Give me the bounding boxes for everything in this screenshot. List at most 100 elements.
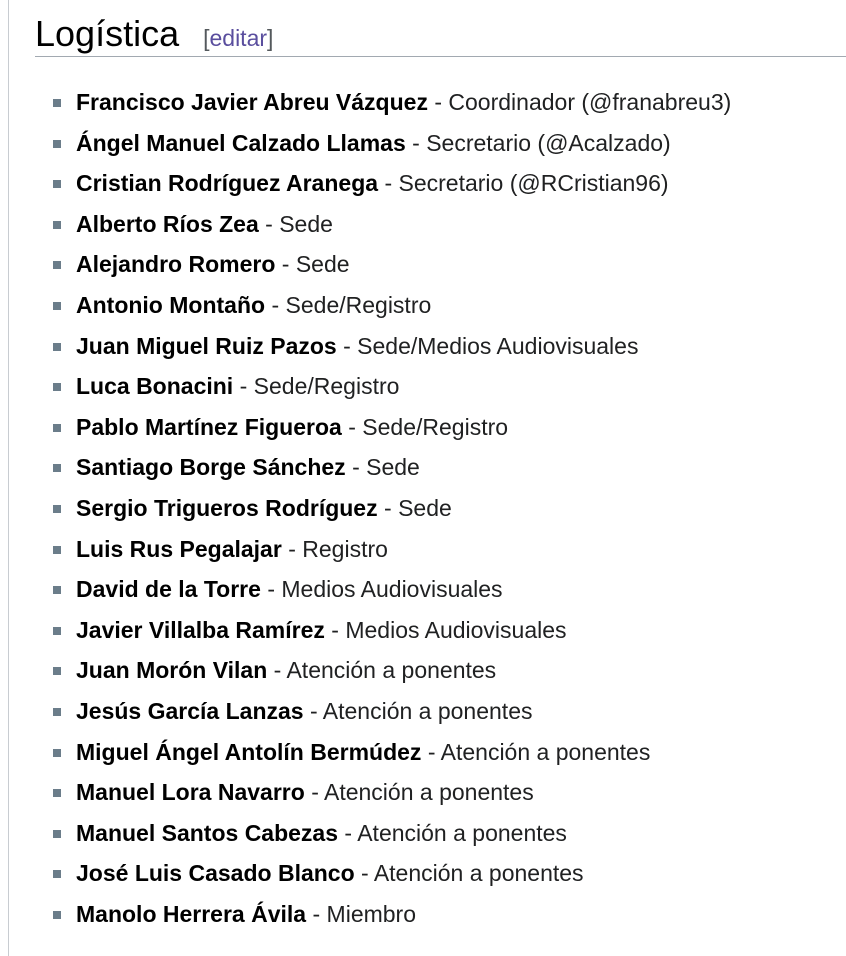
member-name: José Luis Casado Blanco bbox=[76, 860, 355, 887]
bullet-icon bbox=[53, 301, 61, 310]
separator-dash: - bbox=[281, 251, 290, 278]
bullet-icon bbox=[53, 707, 61, 716]
edit-section: [editar] bbox=[203, 25, 273, 51]
list-item: José Luis Casado Blanco - Atención a pon… bbox=[35, 853, 731, 894]
member-name: Javier Villalba Ramírez bbox=[76, 616, 325, 643]
bullet-icon bbox=[53, 180, 61, 189]
member-name: Juan Miguel Ruiz Pazos bbox=[76, 332, 337, 359]
member-role: Atención a ponentes bbox=[357, 819, 567, 846]
bullet-icon bbox=[53, 586, 61, 595]
separator-dash: - bbox=[265, 210, 273, 237]
content-left-border bbox=[8, 0, 9, 956]
list-item: Pablo Martínez Figueroa - Sede/Registro bbox=[35, 407, 731, 448]
bullet-icon bbox=[53, 261, 61, 270]
member-name: Pablo Martínez Figueroa bbox=[76, 413, 342, 440]
bullet-icon bbox=[53, 220, 61, 229]
member-name: Santiago Borge Sánchez bbox=[76, 454, 346, 481]
content-area: Logística [editar] Francisco Javier Abreu… bbox=[35, 0, 846, 927]
member-name: Antonio Montaño bbox=[76, 291, 266, 318]
separator-dash: - bbox=[348, 413, 356, 440]
separator-dash: - bbox=[267, 576, 275, 603]
list-item: Javier Villalba Ramírez - Medios Audiovi… bbox=[35, 610, 731, 651]
member-name: Francisco Javier Abreu Vázquez bbox=[76, 89, 428, 115]
separator-dash: - bbox=[309, 697, 318, 724]
bullet-icon bbox=[53, 464, 61, 473]
separator-dash: - bbox=[288, 535, 296, 562]
list-item: Santiago Borge Sánchez - Sede bbox=[35, 447, 731, 488]
list-item: Manolo Herrera Ávila - Miembro bbox=[35, 894, 731, 935]
separator-dash: - bbox=[361, 860, 369, 887]
member-name: Manolo Herrera Ávila bbox=[76, 900, 307, 927]
member-role: Sede bbox=[295, 251, 350, 278]
edit-bracket-close: ] bbox=[267, 25, 274, 51]
member-role: Sede/Medios Audiovisuales bbox=[357, 332, 639, 359]
member-role: Miembro bbox=[326, 900, 417, 927]
separator-dash: - bbox=[434, 89, 443, 115]
member-role: Atención a ponentes bbox=[323, 779, 534, 806]
member-role: Coordinador (@franabreu3) bbox=[448, 89, 732, 115]
separator-dash: - bbox=[239, 373, 248, 400]
separator-dash: - bbox=[312, 900, 321, 927]
member-name: Manuel Lora Navarro bbox=[76, 779, 305, 806]
member-role: Secretario (@RCristian96) bbox=[398, 170, 669, 197]
list-item: Alejandro Romero - Sede bbox=[35, 244, 731, 285]
member-name: Sergio Trigueros Rodríguez bbox=[76, 494, 378, 521]
edit-link[interactable]: editar bbox=[209, 25, 267, 51]
list-item: Alberto Ríos Zea - Sede bbox=[35, 204, 731, 245]
bullet-icon bbox=[53, 910, 61, 919]
member-name: Miguel Ángel Antolín Bermúdez bbox=[76, 738, 422, 765]
separator-dash: - bbox=[352, 454, 360, 481]
bullet-icon bbox=[53, 748, 61, 757]
member-role: Sede/Registro bbox=[253, 373, 400, 400]
list-item: Miguel Ángel Antolín Bermúdez - Atención… bbox=[35, 732, 731, 773]
separator-dash: - bbox=[331, 616, 339, 643]
separator-dash: - bbox=[412, 129, 420, 156]
member-role: Medios Audiovisuales bbox=[281, 576, 503, 603]
member-role: Sede/Registro bbox=[285, 291, 432, 318]
separator-dash: - bbox=[273, 657, 282, 684]
member-role: Atención a ponentes bbox=[373, 860, 584, 887]
separator-dash: - bbox=[427, 738, 436, 765]
member-name: Ángel Manuel Calzado Llamas bbox=[76, 129, 406, 156]
bullet-icon bbox=[53, 504, 61, 513]
member-name: Alejandro Romero bbox=[76, 251, 276, 278]
separator-dash: - bbox=[311, 779, 319, 806]
members-list: Francisco Javier Abreu Vázquez - Coordin… bbox=[35, 82, 731, 934]
member-name: Jesús García Lanzas bbox=[76, 697, 304, 724]
bullet-icon bbox=[53, 870, 61, 879]
separator-dash: - bbox=[343, 332, 351, 359]
list-item: Sergio Trigueros Rodríguez - Sede bbox=[35, 488, 731, 529]
list-item: Antonio Montaño - Sede/Registro bbox=[35, 285, 731, 326]
bullet-icon bbox=[53, 545, 61, 554]
bullet-icon bbox=[53, 99, 61, 107]
separator-dash: - bbox=[271, 291, 280, 318]
member-name: David de la Torre bbox=[76, 576, 261, 603]
member-role: Atención a ponentes bbox=[440, 738, 651, 765]
list-item: David de la Torre - Medios Audiovisuales bbox=[35, 569, 731, 610]
list-item: Manuel Lora Navarro - Atención a ponente… bbox=[35, 772, 731, 813]
member-name: Juan Morón Vilan bbox=[76, 657, 268, 684]
member-name: Cristian Rodríguez Aranega bbox=[76, 170, 379, 197]
member-role: Secretario (@Acalzado) bbox=[426, 129, 671, 156]
bullet-icon bbox=[53, 423, 61, 432]
member-role: Sede bbox=[366, 454, 420, 481]
list-item: Juan Morón Vilan - Atención a ponentes bbox=[35, 650, 731, 691]
separator-dash: - bbox=[384, 170, 393, 197]
member-role: Sede/Registro bbox=[362, 413, 509, 440]
member-name: Manuel Santos Cabezas bbox=[76, 819, 339, 846]
member-role: Medios Audiovisuales bbox=[345, 616, 567, 643]
list-item: Ángel Manuel Calzado Llamas - Secretario… bbox=[35, 123, 731, 164]
list-item: Juan Miguel Ruiz Pazos - Sede/Medios Aud… bbox=[35, 326, 731, 367]
member-role: Sede bbox=[279, 210, 333, 237]
list-item: Manuel Santos Cabezas - Atención a ponen… bbox=[35, 813, 731, 854]
bullet-icon bbox=[53, 829, 61, 838]
bullet-icon bbox=[53, 626, 61, 635]
section-title: Logística bbox=[35, 13, 180, 54]
member-role: Atención a ponentes bbox=[286, 657, 497, 684]
separator-dash: - bbox=[384, 494, 392, 521]
bullet-icon bbox=[53, 383, 61, 392]
list-item: Francisco Javier Abreu Vázquez - Coordin… bbox=[35, 82, 731, 123]
list-item: Jesús García Lanzas - Atención a ponente… bbox=[35, 691, 731, 732]
member-name: Luis Rus Pegalajar bbox=[76, 535, 282, 562]
bullet-icon bbox=[53, 139, 61, 148]
